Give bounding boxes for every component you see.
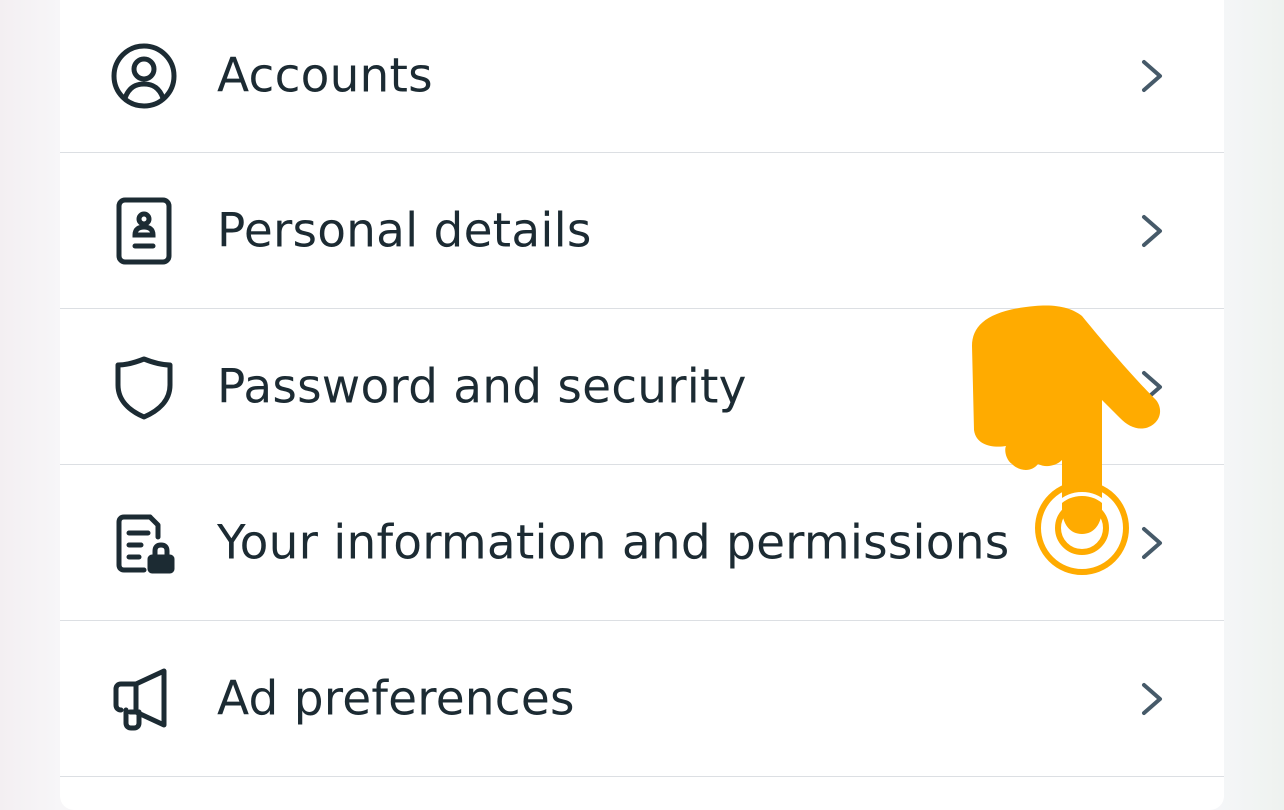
settings-menu: Accounts Personal details Password and s… — [60, 0, 1224, 777]
menu-item-label: Your information and permissions — [217, 515, 1010, 570]
document-lock-icon — [108, 507, 180, 579]
menu-item-accounts[interactable]: Accounts — [60, 0, 1224, 153]
id-card-icon — [108, 195, 180, 267]
chevron-right-icon — [1138, 679, 1166, 719]
chevron-right-icon — [1138, 211, 1166, 251]
menu-item-ad-preferences[interactable]: Ad preferences — [60, 621, 1224, 777]
shield-icon — [108, 351, 180, 423]
chevron-right-icon — [1138, 367, 1166, 407]
menu-item-password-security[interactable]: Password and security — [60, 309, 1224, 465]
menu-item-label: Personal details — [217, 203, 592, 258]
megaphone-icon — [108, 663, 180, 735]
menu-item-label: Ad preferences — [217, 671, 575, 726]
chevron-right-icon — [1138, 56, 1166, 96]
person-circle-icon — [108, 40, 180, 112]
menu-item-label: Password and security — [217, 359, 747, 414]
menu-item-personal-details[interactable]: Personal details — [60, 153, 1224, 309]
menu-item-label: Accounts — [217, 48, 433, 104]
chevron-right-icon — [1138, 523, 1166, 563]
menu-item-information-permissions[interactable]: Your information and permissions — [60, 465, 1224, 621]
